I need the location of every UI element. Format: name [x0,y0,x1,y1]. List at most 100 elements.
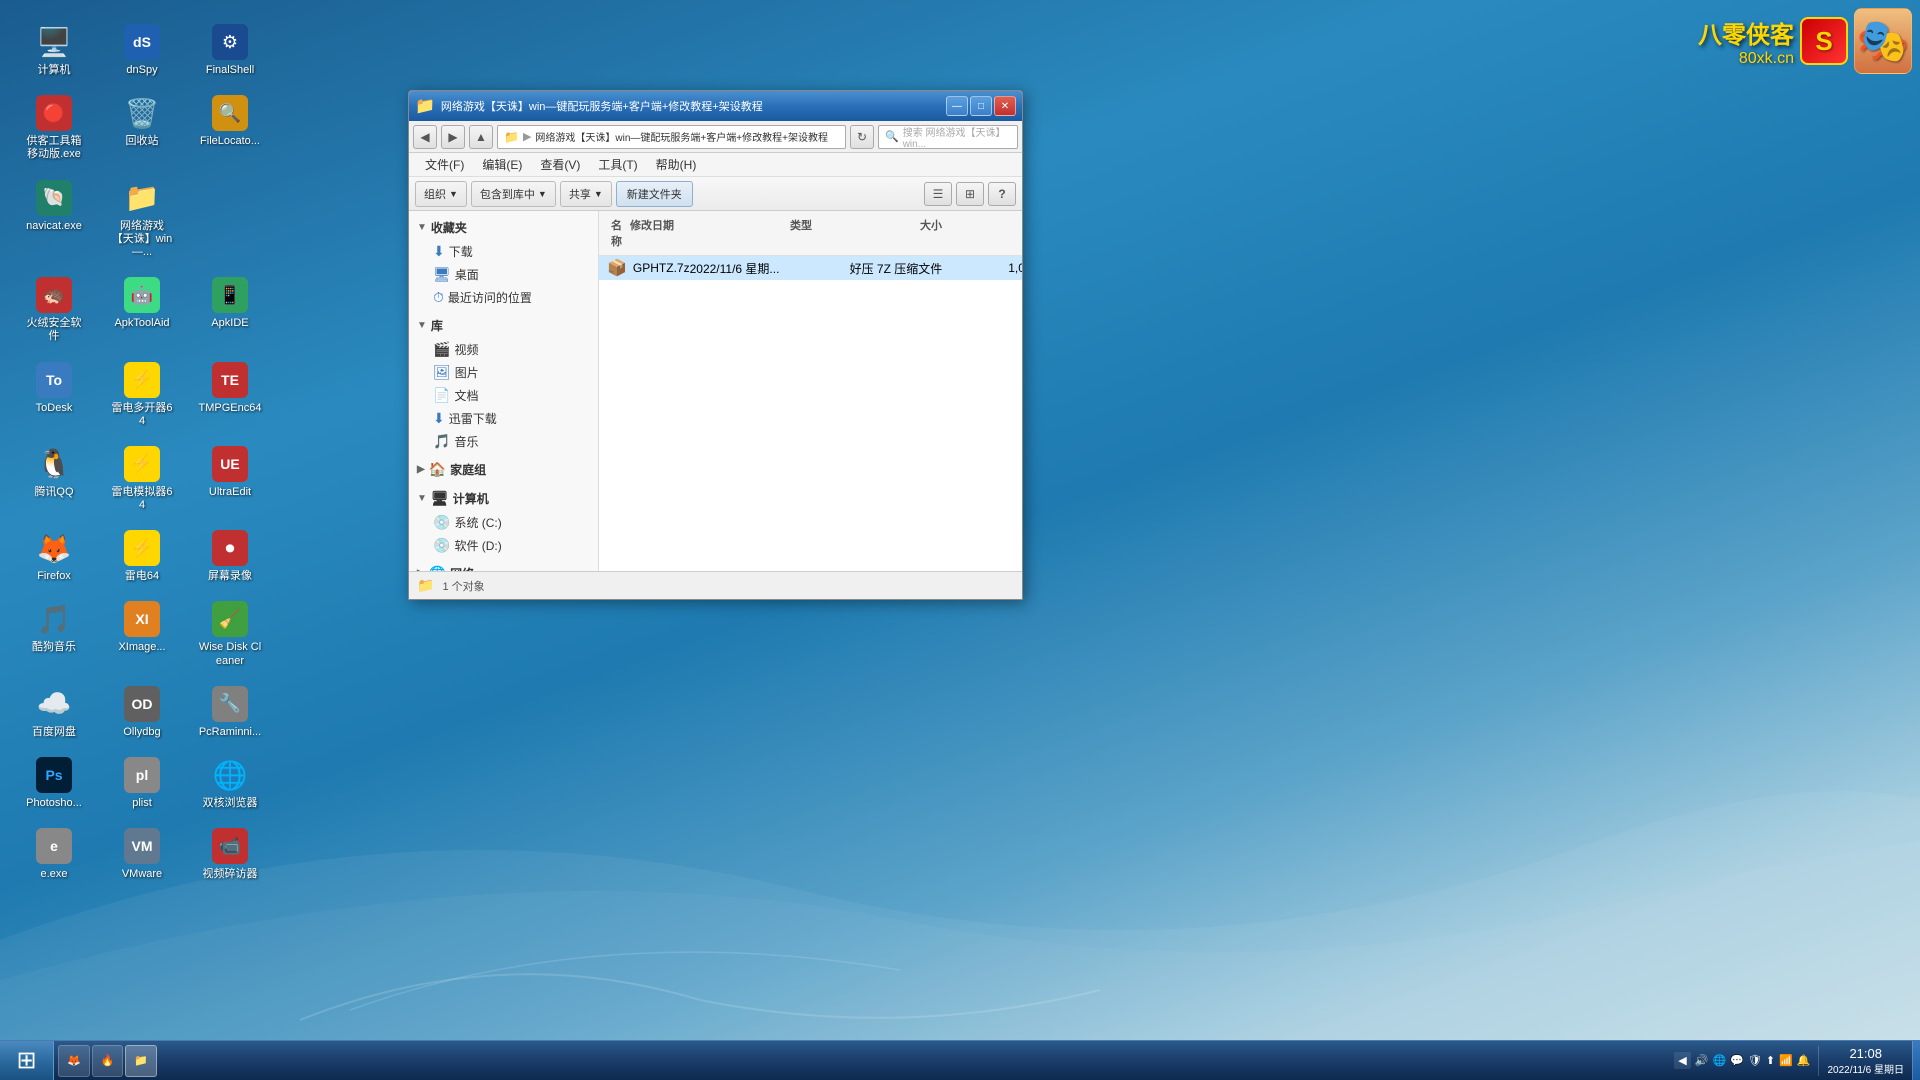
nav-item-music[interactable]: 🎵 音乐 [409,430,598,453]
desktop-icon-baidu[interactable]: ☁️ 百度网盘 [18,680,90,743]
desktop-icon-nav: 🖥 [433,266,451,283]
search-bar[interactable]: 🔍 搜索 网络游戏【天诛】win... [878,125,1018,149]
minimize-button[interactable]: — [946,96,968,116]
tray-icon-5: ⬆ [1766,1054,1775,1067]
taskbar-item-firefox[interactable]: 🦊 [58,1045,90,1077]
desktop-icon-ximage[interactable]: XI XImage... [106,595,178,671]
desktop-icon-leidian64-2[interactable]: ⚡ 雷电64 [106,524,178,587]
refresh-button[interactable]: ↻ [850,125,874,149]
desktop-icon-shipin[interactable]: 📹 视频碎访器 [194,822,266,885]
nav-library-header[interactable]: ▼ 库 [409,313,598,338]
maximize-button[interactable]: □ [970,96,992,116]
menu-view[interactable]: 查看(V) [532,154,588,175]
column-type[interactable]: 类型 [786,215,916,251]
xunlei-icon: ⬇ [433,410,445,427]
breadcrumb-text: 网络游戏【天诛】win—键配玩服务端+客户端+修改教程+架设教程 [535,129,828,144]
close-button[interactable]: ✕ [994,96,1016,116]
toolbar-organize[interactable]: 组织 ▼ [415,181,467,207]
tray-icon-7: 🔔 [1797,1054,1811,1067]
show-desktop-button[interactable] [1912,1041,1920,1080]
nav-item-desktop[interactable]: 🖥 桌面 [409,263,598,286]
desktop-icon-ollydbg[interactable]: OD Ollydbg [106,680,178,743]
start-button[interactable]: ⊞ [0,1041,54,1080]
address-bar[interactable]: 📁 ▶ 网络游戏【天诛】win—键配玩服务端+客户端+修改教程+架设教程 [497,125,846,149]
view-mode-icons[interactable]: ⊞ [956,182,984,206]
forward-button[interactable]: ▶ [441,125,465,149]
toolbar: 组织 ▼ 包含到库中 ▼ 共享 ▼ 新建文件夹 ☰ ⊞ ? [409,177,1022,211]
taskbar: ⊞ 🦊 🔥 📁 ◀ 🔊 🌐 💬 🛡 ⬆ 📶 🔔 21:08 20 [0,1040,1920,1080]
desktop-icon-e-exe[interactable]: e e.exe [18,822,90,885]
watermark-logo: S [1800,17,1848,65]
desktop-icon-vmware[interactable]: VM VMware [106,822,178,885]
desktop-icon-recycle[interactable]: 🗑️ 回收站 [106,89,178,165]
taskbar-clock[interactable]: 21:08 2022/11/6 星期日 [1818,1046,1912,1076]
nav-item-d-drive[interactable]: 💿 软件 (D:) [409,534,598,557]
taskbar-fire-icon: 🔥 [101,1054,115,1067]
desktop-icon-filelocator[interactable]: 🔍 FileLocato... [194,89,266,165]
table-row[interactable]: 📦 GPHTZ.7z 2022/11/6 星期... 好压 7Z 压缩文件 1,… [599,256,1022,280]
toolbar-share[interactable]: 共享 ▼ [560,181,612,207]
menu-tools[interactable]: 工具(T) [590,154,645,175]
pictures-icon: 🖼 [433,364,451,381]
desktop-icon-pcraminni[interactable]: 🔧 PcRaminni... [194,680,266,743]
nav-item-c-drive[interactable]: 💿 系统 (C:) [409,511,598,534]
nav-favorites-header[interactable]: ▼ 收藏夹 [409,215,598,240]
nav-computer-header[interactable]: ▼ 🖥 计算机 [409,486,598,511]
desktop-icon-kugou[interactable]: 🎵 酷狗音乐 [18,595,90,671]
nav-item-pictures[interactable]: 🖼 图片 [409,361,598,384]
desktop-icon-luping[interactable]: ⏺ 屏幕录像 [194,524,266,587]
desktop-icon-apkide[interactable]: 📱 ApkIDE [194,271,266,347]
view-mode-details[interactable]: ☰ [924,182,952,206]
desktop-icon-qq[interactable]: 🐧 腾讯QQ [18,440,90,516]
help-button[interactable]: ? [988,182,1016,206]
desktop-icon-ultraedit[interactable]: UE UltraEdit [194,440,266,516]
column-modified[interactable]: 修改日期 [626,215,786,251]
desktop-icon-shuangji[interactable]: 🌐 双核浏览器 [194,751,266,814]
toolbar-library[interactable]: 包含到库中 ▼ [471,181,556,207]
nav-item-download[interactable]: ⬇ 下载 [409,240,598,263]
nav-item-xunlei[interactable]: ⬇ 迅雷下载 [409,407,598,430]
status-folder-icon: 📁 [417,577,434,594]
toolbar-new-folder[interactable]: 新建文件夹 [616,181,693,207]
taskbar-item-fire[interactable]: 🔥 [92,1045,124,1077]
desktop-icon-wise-disk[interactable]: 🧹 Wise Disk Cleaner [194,595,266,671]
column-size[interactable]: 大小 [916,215,1016,251]
desktop-icon-dnspy[interactable]: dS dnSpy [106,18,178,81]
tray-arrow[interactable]: ◀ [1674,1052,1690,1069]
file-name-cell: 📦 GPHTZ.7z [607,258,690,278]
back-button[interactable]: ◀ [413,125,437,149]
menu-file[interactable]: 文件(F) [417,154,472,175]
desktop-icon-huorong[interactable]: 🦔 火绒安全软件 [18,271,90,347]
desktop-icon-leidian64[interactable]: ⚡ 雷电模拟器64 [106,440,178,516]
nav-item-documents[interactable]: 📄 文档 [409,384,598,407]
taskbar-item-explorer[interactable]: 📁 [125,1045,157,1077]
desktop-icon-firefox[interactable]: 🦊 Firefox [18,524,90,587]
empty-area [599,280,1022,571]
desktop-icon-tmpgenc[interactable]: TE TMPGEnc64 [194,356,266,432]
homegroup-arrow: ▶ [417,464,425,475]
desktop-icon-kehu-tools[interactable]: 🔴 供客工具箱移动版.exe [18,89,90,165]
tray-icon-3: 💬 [1730,1054,1744,1067]
desktop-icon-plist[interactable]: pl plist [106,751,178,814]
library-arrow: ▼ [417,320,427,331]
desktop-icon-leidianzaichao[interactable]: ⚡ 雷电多开器64 [106,356,178,432]
nav-network-header[interactable]: ▶ 🌐 网络 [409,561,598,571]
taskbar-folder-icon: 📁 [134,1054,148,1067]
file-size: 1,034,144... [980,261,1022,275]
up-button[interactable]: ▲ [469,125,493,149]
nav-item-recent[interactable]: ⏱ 最近访问的位置 [409,286,598,309]
column-name[interactable]: 名称 [607,215,626,251]
menu-edit[interactable]: 编辑(E) [474,154,530,175]
desktop-icon-wangluo-youxi[interactable]: 📁 网络游戏【天诛】win—... [106,174,178,264]
menu-help[interactable]: 帮助(H) [648,154,705,175]
desktop-decoration [0,640,1920,1040]
desktop-icon-finalshell[interactable]: ⚙ FinalShell [194,18,266,81]
desktop-icon-jisuanji[interactable]: 🖥️ 计算机 [18,18,90,81]
desktop-icon-photoshop[interactable]: Ps Photosho... [18,751,90,814]
nav-item-video[interactable]: 🎬 视频 [409,338,598,361]
nav-homegroup-header[interactable]: ▶ 🏠 家庭组 [409,457,598,482]
taskbar-tray: ◀ 🔊 🌐 💬 🛡 ⬆ 📶 🔔 [1666,1052,1818,1069]
desktop-icon-navicat[interactable]: 🐚 navicat.exe [18,174,90,264]
desktop-icon-todesk[interactable]: To ToDesk [18,356,90,432]
desktop-icon-apktoolaid[interactable]: 🤖 ApkToolAid [106,271,178,347]
